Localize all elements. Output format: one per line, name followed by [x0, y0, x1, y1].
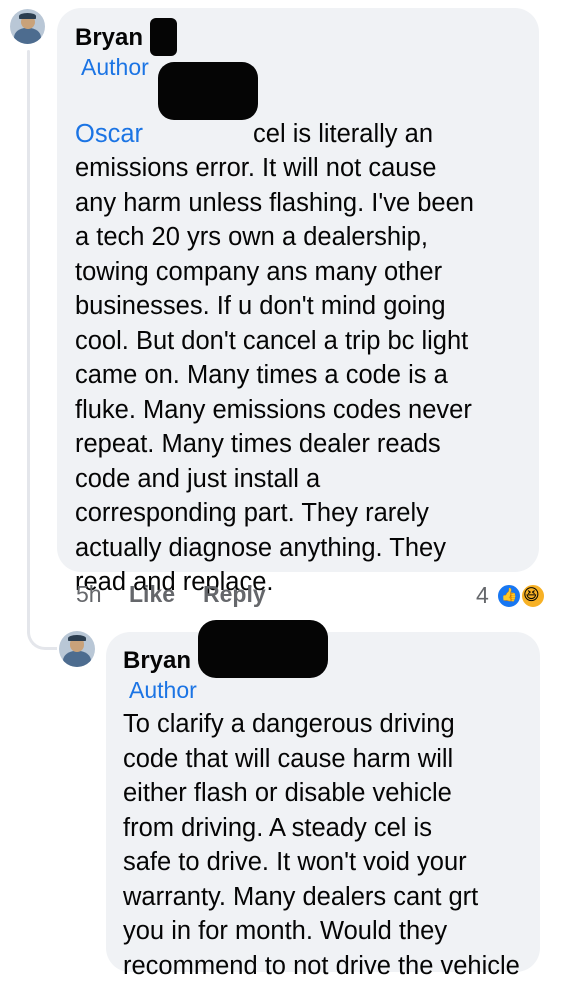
like-button[interactable]: Like	[129, 581, 175, 608]
mention-link[interactable]: Oscar	[75, 120, 143, 148]
reaction-count[interactable]: 4	[476, 582, 489, 609]
author-badge: Author	[81, 54, 149, 80]
comment-body: To clarify a dangerous driving code that…	[123, 710, 520, 980]
like-icon	[496, 583, 522, 609]
avatar[interactable]	[59, 631, 95, 667]
comment-body-line1: cel is literally an	[253, 119, 433, 148]
comment-body: Oscar cel is literally an emissions error…	[75, 82, 535, 634]
thread-line	[27, 50, 30, 622]
comment-bubble: Bryan T Author Oscar cel is literally an …	[57, 8, 539, 596]
haha-icon	[520, 583, 546, 609]
reply-button[interactable]: Reply	[203, 581, 266, 608]
reply-thread-connector	[27, 620, 57, 650]
redaction-block	[198, 620, 328, 678]
avatar[interactable]	[10, 9, 45, 44]
comment-time[interactable]: 5h	[76, 581, 102, 608]
comment-body-rest: emissions error. It will not cause any h…	[75, 154, 474, 596]
reply-bubble: Bryan T Author To clarify a dangerous dr…	[106, 632, 540, 980]
redaction-block	[150, 18, 177, 56]
author-badge: Author	[129, 677, 197, 703]
redaction-block	[158, 62, 258, 120]
